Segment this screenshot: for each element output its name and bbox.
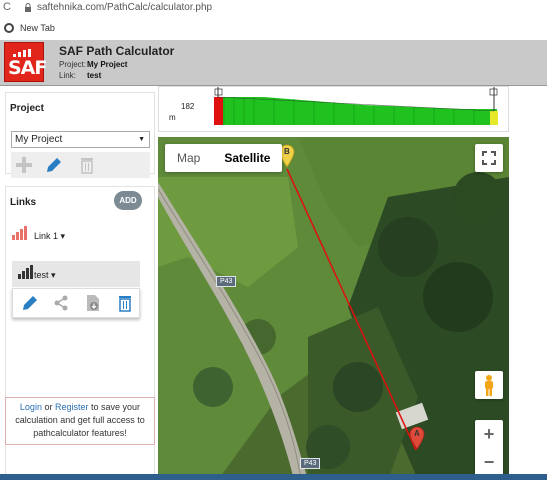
add-icon (16, 157, 32, 173)
road-label: P43 (300, 458, 321, 469)
login-register-box: Login or Register to save your calculati… (5, 397, 155, 445)
export-icon (87, 295, 99, 311)
lock-icon (25, 3, 31, 12)
logo-text: SAF (8, 57, 47, 79)
link-name: Link 1 ▾ (34, 231, 66, 241)
link-item-test[interactable]: test ▾ (12, 261, 140, 287)
zoom-in-button[interactable]: + (475, 420, 503, 448)
edit-project-button[interactable] (43, 155, 65, 175)
path-profile[interactable]: 182 m (158, 86, 509, 132)
marker-a-label: A (414, 429, 420, 438)
bookmark-new-tab[interactable]: New Tab (20, 23, 55, 33)
chevron-down-icon: ▼ (138, 136, 145, 143)
logo-signal-icon (13, 49, 31, 57)
browser-address-bar[interactable]: C saftehnika.com/PathCalc/calculator.php (0, 0, 547, 18)
delete-link-button[interactable] (114, 293, 136, 313)
sidebar: Project My Project ▼ Links ADD Link 1 ▾ (0, 86, 158, 480)
map-type-satellite-button[interactable]: Satellite (212, 144, 282, 172)
edit-icon (23, 296, 37, 310)
link-item-link-1[interactable]: Link 1 ▾ (6, 222, 154, 248)
edit-icon (47, 158, 61, 172)
edit-link-button[interactable] (19, 293, 41, 313)
links-panel-title: Links (10, 197, 37, 208)
url-text[interactable]: saftehnika.com/PathCalc/calculator.php (37, 2, 212, 13)
link-name: test ▾ (34, 270, 56, 280)
reload-icon[interactable]: C (3, 1, 11, 13)
login-link[interactable]: Login (20, 402, 42, 412)
road-label: P43 (216, 276, 237, 287)
satellite-imagery (158, 137, 509, 480)
map-type-control: Map Satellite (165, 144, 283, 172)
profile-terrain-chart (214, 87, 498, 125)
export-link-button[interactable] (82, 293, 104, 313)
bookmarks-bar: New Tab (0, 20, 547, 38)
delete-project-button[interactable] (76, 155, 98, 175)
header-project: Project:My Project (59, 60, 128, 69)
saf-logo[interactable]: SAF (4, 42, 47, 82)
project-select[interactable]: My Project ▼ (11, 131, 150, 148)
share-link-button[interactable] (50, 293, 72, 313)
taskbar (0, 474, 547, 480)
map-type-map-button[interactable]: Map (165, 144, 212, 172)
header-link: Link: test (59, 71, 102, 80)
pegman-icon (485, 375, 493, 396)
zoom-out-button[interactable]: − (475, 448, 503, 476)
add-link-button[interactable]: ADD (114, 191, 142, 210)
fullscreen-button[interactable] (475, 144, 503, 172)
zoom-control: + − (475, 420, 503, 476)
profile-unit: m (169, 113, 176, 122)
signal-icon (18, 265, 33, 279)
add-project-button[interactable] (13, 155, 35, 175)
satellite-map[interactable]: B A P43 P43 Map Satellite + − (158, 137, 509, 480)
caret-down-icon: ▾ (48, 270, 56, 280)
project-toolbar (11, 152, 150, 178)
caret-down-icon: ▾ (58, 231, 66, 241)
link-toolbar (12, 288, 140, 318)
signal-icon (12, 226, 27, 240)
app-title: SAF Path Calculator (59, 44, 175, 58)
project-panel: Project My Project ▼ (5, 92, 155, 178)
share-icon (54, 295, 68, 311)
register-link[interactable]: Register (55, 402, 89, 412)
fullscreen-icon (482, 151, 496, 165)
app-header: SAF SAF Path Calculator Project:My Proje… (0, 40, 547, 86)
delete-icon (119, 296, 131, 312)
delete-icon (81, 158, 93, 174)
profile-elevation-value: 182 (181, 102, 195, 111)
street-view-button[interactable] (475, 371, 503, 399)
marker-b-label: B (284, 147, 290, 156)
project-panel-title: Project (10, 103, 44, 114)
globe-icon (4, 23, 14, 33)
